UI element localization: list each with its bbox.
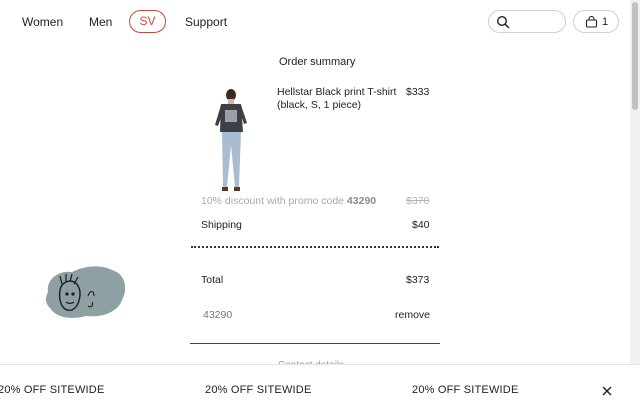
shipping-value: $40 <box>412 219 430 231</box>
discount-text: 10% discount with promo code <box>201 195 347 207</box>
section-divider <box>190 343 440 344</box>
cart-count: 1 <box>602 16 609 28</box>
nav-women[interactable]: Women <box>22 15 63 29</box>
shipping-label: Shipping <box>201 219 242 231</box>
applied-promo-code: 43290 <box>203 309 233 321</box>
dotted-divider <box>191 246 439 248</box>
top-navigation: Women Men SV Support 1 <box>0 0 630 44</box>
total-value: $373 <box>406 274 430 286</box>
nav-men[interactable]: Men <box>89 15 112 29</box>
discount-description: 10% discount with promo code 43290 <box>201 195 376 207</box>
cart-button[interactable]: 1 <box>573 10 619 33</box>
product-name: Hellstar Black print T-shirt (black, S, … <box>277 86 397 111</box>
original-price: $370 <box>406 195 430 207</box>
total-label: Total <box>201 274 224 286</box>
promo-banner: 20% OFF SITEWIDE 20% OFF SITEWIDE 20% OF… <box>0 364 640 416</box>
product-price: $333 <box>406 86 430 98</box>
close-icon[interactable] <box>601 385 613 397</box>
banner-text: 20% OFF SITEWIDE <box>412 384 519 396</box>
decorative-doodle <box>46 266 126 318</box>
banner-text: 20% OFF SITEWIDE <box>205 384 312 396</box>
search-icon <box>496 15 510 29</box>
scrollbar-thumb[interactable] <box>632 2 638 110</box>
remove-promo-link[interactable]: remove <box>395 309 430 321</box>
discount-code: 43290 <box>346 195 377 207</box>
nav-sv[interactable]: SV <box>129 10 166 33</box>
banner-text: 20% OFF SITEWIDE <box>0 384 105 396</box>
search-button[interactable] <box>488 10 566 33</box>
nav-support[interactable]: Support <box>185 15 227 29</box>
order-summary-title: Order summary <box>279 56 356 68</box>
bag-icon <box>585 16 598 28</box>
product-image[interactable] <box>212 87 252 193</box>
